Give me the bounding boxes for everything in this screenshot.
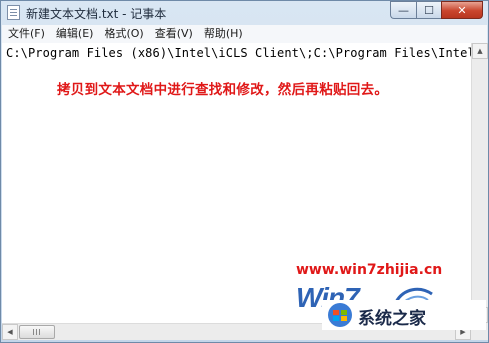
watermark-url: www.win7zhijia.cn	[296, 262, 443, 278]
editor-text-line[interactable]: C:\Program Files (x86)\Intel\iCLS Client…	[6, 46, 471, 60]
menu-format[interactable]: 格式(O)	[98, 25, 148, 43]
menu-file[interactable]: 文件(F)	[2, 25, 50, 43]
menu-bar: 文件(F) 编辑(E) 格式(O) 查看(V) 帮助(H)	[2, 25, 487, 44]
menu-view[interactable]: 查看(V)	[149, 25, 198, 43]
watermark-logo: Win7 系统之家	[296, 280, 486, 338]
scroll-up-arrow-icon[interactable]: ▲	[472, 43, 488, 59]
brand-name: 系统之家	[358, 309, 426, 329]
brand-badge: 系统之家	[322, 300, 486, 330]
title-bar[interactable]: 新建文本文档.txt - 记事本 — ☐ ✕	[1, 1, 488, 25]
close-button[interactable]: ✕	[441, 1, 483, 19]
scroll-left-arrow-icon[interactable]: ◀	[2, 324, 18, 340]
windows-ball-icon	[328, 303, 352, 327]
maximize-button[interactable]: ☐	[416, 1, 441, 19]
notepad-icon[interactable]	[7, 5, 20, 20]
window-title: 新建文本文档.txt - 记事本	[26, 7, 167, 21]
minimize-button[interactable]: —	[390, 1, 416, 19]
window-controls: — ☐ ✕	[390, 1, 483, 20]
menu-help[interactable]: 帮助(H)	[198, 25, 248, 43]
horizontal-scroll-thumb[interactable]	[19, 325, 55, 339]
menu-edit[interactable]: 编辑(E)	[50, 25, 99, 43]
instruction-annotation: 拷贝到文本文档中进行查找和修改，然后再粘贴回去。	[57, 82, 389, 98]
